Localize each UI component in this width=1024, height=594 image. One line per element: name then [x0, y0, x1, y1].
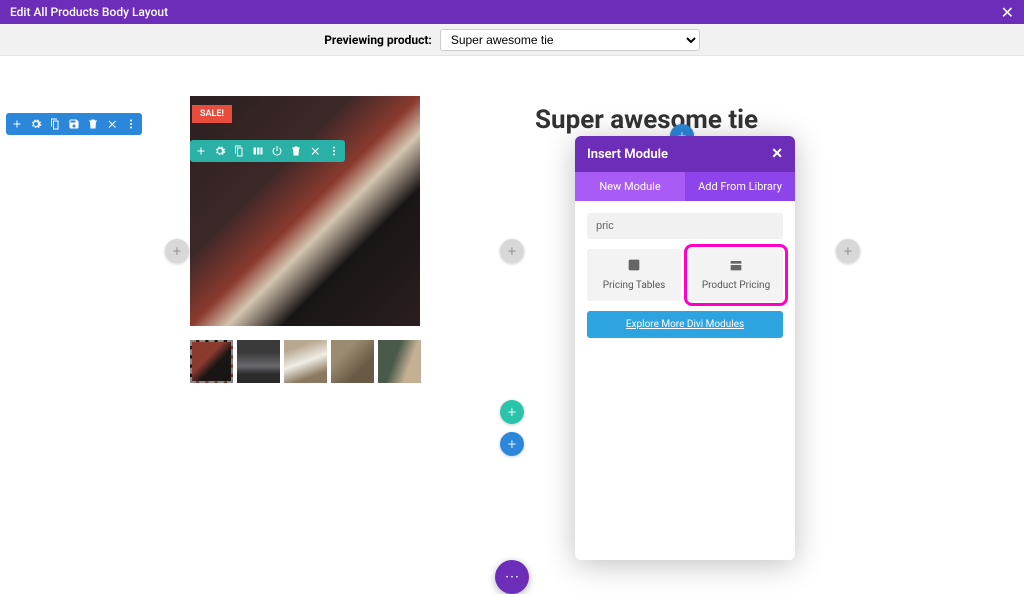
- tab-new-module[interactable]: New Module: [575, 172, 685, 201]
- more-icon[interactable]: [123, 116, 139, 132]
- insert-module-modal: Insert Module ✕ New Module Add From Libr…: [575, 136, 795, 560]
- trash-icon[interactable]: [288, 143, 304, 159]
- columns-icon[interactable]: [250, 143, 266, 159]
- module-search-input[interactable]: [587, 213, 783, 239]
- module-label: Product Pricing: [693, 280, 779, 291]
- product-title: Super awesome tie: [535, 105, 758, 135]
- close-icon[interactable]: ✕: [1001, 3, 1014, 22]
- product-thumb[interactable]: [237, 340, 280, 383]
- plus-icon[interactable]: [9, 116, 25, 132]
- duplicate-icon[interactable]: [47, 116, 63, 132]
- add-row-button[interactable]: +: [500, 400, 524, 424]
- more-icon[interactable]: [326, 143, 342, 159]
- modal-title: Insert Module: [587, 147, 668, 162]
- product-thumbnails: [190, 340, 421, 383]
- pricing-tables-icon: [626, 257, 642, 273]
- sale-badge: SALE!: [192, 105, 232, 123]
- add-column-button[interactable]: +: [165, 239, 189, 263]
- gear-icon[interactable]: [28, 116, 44, 132]
- duplicate-icon[interactable]: [231, 143, 247, 159]
- preview-label: Previewing product:: [324, 33, 432, 47]
- product-thumb[interactable]: [378, 340, 421, 383]
- modal-tabs: New Module Add From Library: [575, 172, 795, 201]
- product-main-image[interactable]: [190, 96, 420, 326]
- preview-bar: Previewing product: Super awesome tie: [0, 24, 1024, 56]
- preview-product-select[interactable]: Super awesome tie: [440, 29, 700, 51]
- trash-icon[interactable]: [85, 116, 101, 132]
- tab-add-from-library[interactable]: Add From Library: [685, 172, 795, 201]
- module-label: Pricing Tables: [591, 280, 677, 291]
- power-icon[interactable]: [269, 143, 285, 159]
- product-thumb[interactable]: [331, 340, 374, 383]
- add-column-button[interactable]: +: [836, 239, 860, 263]
- section-toolbar: [6, 113, 142, 135]
- save-icon[interactable]: [66, 116, 82, 132]
- close-icon[interactable]: ✕: [771, 146, 783, 162]
- window-title: Edit All Products Body Layout: [10, 5, 168, 19]
- product-thumb[interactable]: [284, 340, 327, 383]
- add-section-button[interactable]: +: [500, 432, 524, 456]
- explore-modules-link[interactable]: Explore More Divi Modules: [587, 311, 783, 338]
- module-product-pricing[interactable]: Product Pricing: [689, 249, 783, 301]
- product-pricing-icon: [728, 257, 744, 273]
- close-icon[interactable]: [104, 116, 120, 132]
- plus-icon[interactable]: [193, 143, 209, 159]
- module-pricing-tables[interactable]: Pricing Tables: [587, 249, 681, 301]
- add-column-button[interactable]: +: [500, 239, 524, 263]
- gear-icon[interactable]: [212, 143, 228, 159]
- product-thumb[interactable]: [190, 340, 233, 383]
- module-toolbar: [190, 140, 345, 162]
- close-icon[interactable]: [307, 143, 323, 159]
